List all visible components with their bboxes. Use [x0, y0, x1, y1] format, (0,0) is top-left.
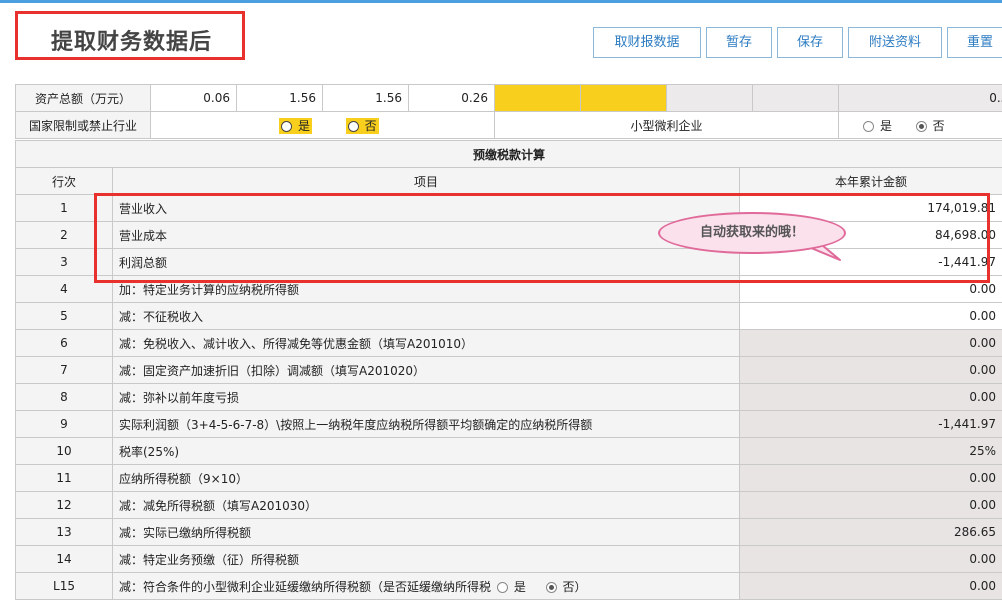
prepay-tax-table: 预缴税款计算 行次 项目 本年累计金额 1 营业收入 174,019.81 2 … [14, 140, 1002, 600]
row-item: 税率(25%) [112, 437, 740, 465]
row-amount[interactable]: 0.00 [738, 275, 1002, 303]
row-amount-readonly: 0.00 [738, 491, 1002, 519]
assets-cell-disabled [666, 84, 753, 112]
page-title: 提取财务数据后 [51, 30, 213, 55]
table-row: 2 营业成本 84,698.00 [15, 221, 1002, 249]
row-number: 9 [15, 410, 113, 438]
table-row: 7 减：固定资产加速折旧（扣除）调减额（填写A201020） 0.00 [15, 356, 1002, 384]
table-row: 1 营业收入 174,019.81 [15, 194, 1002, 222]
top-accent-line [0, 0, 1002, 3]
small-yes-label: 是 [880, 118, 893, 133]
row-item: 减：固定资产加速折旧（扣除）调减额（填写A201020） [112, 356, 740, 384]
row-amount-readonly: 25% [738, 437, 1002, 465]
restricted-yes-option[interactable]: 是 [279, 117, 313, 134]
table-row: 8 减：弥补以前年度亏损 0.00 [15, 383, 1002, 411]
table-row: 14 减：特定业务预缴（征）所得税额 0.00 [15, 545, 1002, 573]
restricted-no-option[interactable]: 否 [345, 117, 379, 134]
assets-cell-highlighted[interactable] [580, 84, 667, 112]
info-table: 资产总额（万元） 0.06 1.56 1.56 0.26 0.57 国家限制或禁… [15, 84, 1002, 139]
fetch-financial-data-button[interactable]: 取财报数据 [593, 27, 701, 58]
table-row: 3 利润总额 -1,441.97 [15, 248, 1002, 276]
row-item: 营业成本 [112, 221, 740, 249]
table-row: 10 税率(25%) 25% [15, 437, 1002, 465]
save-draft-button[interactable]: 暂存 [706, 27, 772, 58]
radio-checked-icon[interactable] [915, 120, 927, 132]
row-item: 实际利润额（3+4-5-6-7-8）\按照上一纳税年度应纳税所得额平均额确定的应… [112, 410, 740, 438]
table-row: 6 减：免税收入、减计收入、所得减免等优惠金额（填写A201010） 0.00 [15, 329, 1002, 357]
assets-cell[interactable]: 1.56 [236, 84, 323, 112]
row-amount-readonly: 0.00 [738, 383, 1002, 411]
col-header-row-no: 行次 [15, 167, 113, 195]
restricted-industry-options: 是 否 [150, 111, 495, 139]
table-row: 5 减：不征税收入 0.00 [15, 302, 1002, 330]
section-title: 预缴税款计算 [14, 140, 1002, 168]
row-amount[interactable]: 0.00 [738, 302, 1002, 330]
assets-cell[interactable]: 0.06 [150, 84, 237, 112]
small-enterprise-options: 是 否 [838, 111, 1002, 139]
radio-icon[interactable] [496, 581, 508, 593]
row-number: 13 [15, 518, 113, 546]
table-row: 13 减：实际已缴纳所得税额 286.65 [15, 518, 1002, 546]
row-number: 1 [15, 194, 113, 222]
assets-average: 0.57 [838, 84, 1002, 112]
row-item: 营业收入 [112, 194, 740, 222]
restricted-row: 国家限制或禁止行业 是 否 小型微利企业 是 否 [15, 111, 1002, 139]
small-enterprise-label: 小型微利企业 [494, 111, 839, 139]
row-item: 利润总额 [112, 248, 740, 276]
table-row: 9 实际利润额（3+4-5-6-7-8）\按照上一纳税年度应纳税所得额平均额确定… [15, 410, 1002, 438]
row-item-deferral: 减：符合条件的小型微利企业延缓缴纳所得税额（是否延缓缴纳所得税 是 否） [112, 572, 740, 600]
row-number: 12 [15, 491, 113, 519]
radio-icon[interactable] [281, 120, 292, 132]
row-amount-readonly: 0.00 [738, 572, 1002, 600]
row-number: 4 [15, 275, 113, 303]
assets-cell[interactable]: 1.56 [322, 84, 409, 112]
row-item: 减：不征税收入 [112, 302, 740, 330]
row-amount-readonly: 0.00 [738, 329, 1002, 357]
row-amount-readonly: -1,441.97 [738, 410, 1002, 438]
radio-icon[interactable] [347, 120, 359, 132]
row-amount-readonly: 286.65 [738, 518, 1002, 546]
table-row: 4 加：特定业务计算的应纳税所得额 0.00 [15, 275, 1002, 303]
table-row: 11 应纳所得税额（9×10） 0.00 [15, 464, 1002, 492]
row-number: 5 [15, 302, 113, 330]
assets-cell-disabled [752, 84, 839, 112]
save-button[interactable]: 保存 [777, 27, 843, 58]
assets-cell[interactable]: 0.26 [408, 84, 495, 112]
row-number: 3 [15, 248, 113, 276]
row-item: 应纳所得税额（9×10） [112, 464, 740, 492]
assets-row: 资产总额（万元） 0.06 1.56 1.56 0.26 0.57 [15, 84, 1002, 112]
row-item: 加：特定业务计算的应纳税所得额 [112, 275, 740, 303]
row-item: 减：免税收入、减计收入、所得减免等优惠金额（填写A201010） [112, 329, 740, 357]
row-amount-readonly: 0.00 [738, 464, 1002, 492]
attach-documents-button[interactable]: 附送资料 [848, 27, 942, 58]
assets-cell-highlighted[interactable] [494, 84, 581, 112]
row-amount-readonly: 0.00 [738, 356, 1002, 384]
row-number: 11 [15, 464, 113, 492]
row-item: 减：弥补以前年度亏损 [112, 383, 740, 411]
small-no-label: 否 [932, 118, 945, 133]
row-number: 7 [15, 356, 113, 384]
col-header-item: 项目 [112, 167, 740, 195]
callout-bubble: 自动获取来的哦！ [658, 212, 846, 254]
row-number: 6 [15, 329, 113, 357]
col-header-amount: 本年累计金额 [738, 167, 1002, 195]
table-row: L15 减：符合条件的小型微利企业延缓缴纳所得税额（是否延缓缴纳所得税 是 否）… [15, 572, 1002, 600]
row-item: 减：实际已缴纳所得税额 [112, 518, 740, 546]
row-item: 减：特定业务预缴（征）所得税额 [112, 545, 740, 573]
table-row: 12 减：减免所得税额（填写A201030） 0.00 [15, 491, 1002, 519]
radio-checked-icon[interactable] [545, 581, 557, 593]
row-number: L15 [15, 572, 113, 600]
row-number: 2 [15, 221, 113, 249]
assets-label: 资产总额（万元） [15, 84, 151, 112]
row-number: 8 [15, 383, 113, 411]
row-item: 减：减免所得税额（填写A201030） [112, 491, 740, 519]
row-number: 14 [15, 545, 113, 573]
restricted-industry-label: 国家限制或禁止行业 [15, 111, 151, 139]
radio-icon[interactable] [863, 120, 874, 132]
row-number: 10 [15, 437, 113, 465]
reset-button[interactable]: 重置 [947, 27, 1002, 58]
row-amount-readonly: 0.00 [738, 545, 1002, 573]
